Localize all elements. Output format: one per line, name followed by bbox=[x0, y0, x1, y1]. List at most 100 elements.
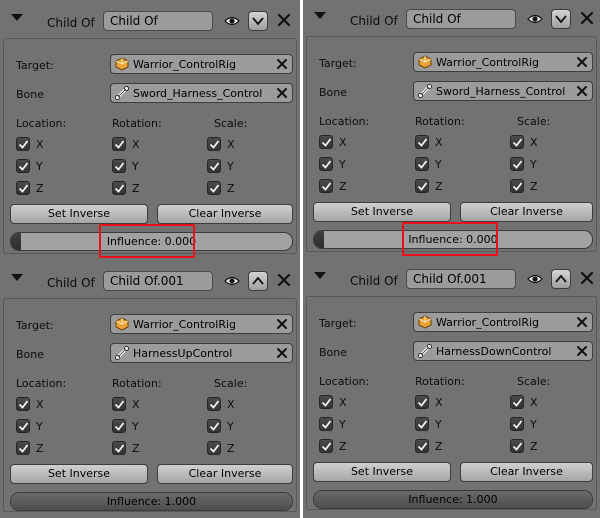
move-down-button[interactable] bbox=[248, 11, 268, 31]
location-x-checkbox[interactable] bbox=[16, 397, 30, 411]
close-x-icon[interactable] bbox=[277, 273, 291, 287]
eye-icon[interactable] bbox=[527, 273, 543, 285]
location-x-checkbox[interactable] bbox=[319, 395, 333, 409]
location-y-checkbox[interactable] bbox=[319, 157, 333, 171]
location-z-checkbox[interactable] bbox=[16, 181, 30, 195]
clear-x-icon[interactable] bbox=[575, 55, 589, 69]
constraint-name-field[interactable]: Child Of.001 bbox=[406, 269, 516, 289]
set-inverse-button[interactable]: Set Inverse bbox=[313, 202, 451, 222]
rotation-y-checkbox[interactable] bbox=[112, 419, 126, 433]
clear-inverse-button[interactable]: Clear Inverse bbox=[157, 204, 293, 224]
rotation-x-checkbox[interactable] bbox=[415, 395, 429, 409]
rotation-y-checkbox[interactable] bbox=[112, 159, 126, 173]
eye-icon[interactable] bbox=[527, 13, 543, 25]
close-x-icon[interactable] bbox=[580, 11, 594, 25]
scale-x-checkbox[interactable] bbox=[510, 135, 524, 149]
location-axis-label: Y bbox=[339, 418, 346, 431]
influence-slider[interactable]: Influence: 1.000 bbox=[10, 492, 293, 511]
scale-z-checkbox[interactable] bbox=[207, 441, 221, 455]
set-inverse-button[interactable]: Set Inverse bbox=[10, 204, 148, 224]
triangle-down-icon[interactable] bbox=[314, 12, 326, 19]
bone-field[interactable]: Sword_Harness_Control bbox=[413, 81, 593, 101]
scale-axis-label: X bbox=[227, 138, 235, 151]
constraint-body: Target: Warrior_ControlRig Bone HarnessUpCo… bbox=[3, 298, 297, 512]
clear-x-icon[interactable] bbox=[275, 346, 289, 360]
clear-x-icon[interactable] bbox=[275, 57, 289, 71]
eye-icon[interactable] bbox=[224, 275, 240, 287]
move-down-button[interactable] bbox=[551, 9, 571, 29]
target-label: Target: bbox=[16, 319, 54, 332]
location-x-checkbox[interactable] bbox=[319, 135, 333, 149]
scale-y-checkbox[interactable] bbox=[207, 419, 221, 433]
influence-slider[interactable]: Influence: 0.000 bbox=[313, 230, 593, 249]
influence-slider[interactable]: Influence: 1.000 bbox=[313, 490, 593, 509]
constraint-name-field[interactable]: Child Of bbox=[406, 9, 516, 29]
rotation-z-checkbox[interactable] bbox=[112, 181, 126, 195]
scale-z-checkbox[interactable] bbox=[510, 179, 524, 193]
constraint-name-field[interactable]: Child Of bbox=[103, 11, 213, 31]
clear-x-icon[interactable] bbox=[575, 315, 589, 329]
location-z-checkbox[interactable] bbox=[16, 441, 30, 455]
set-inverse-button[interactable]: Set Inverse bbox=[10, 464, 148, 484]
location-axis-label: Z bbox=[339, 440, 347, 453]
scale-y-checkbox[interactable] bbox=[207, 159, 221, 173]
scale-label: Scale: bbox=[214, 377, 248, 390]
location-x-checkbox[interactable] bbox=[16, 137, 30, 151]
scale-x-checkbox[interactable] bbox=[510, 395, 524, 409]
location-y-checkbox[interactable] bbox=[319, 417, 333, 431]
clear-x-icon[interactable] bbox=[275, 86, 289, 100]
constraint-body: Target: Warrior_ControlRig Bone HarnessDown… bbox=[306, 296, 597, 510]
bone-field[interactable]: Sword_Harness_Control bbox=[110, 83, 293, 103]
scale-z-checkbox[interactable] bbox=[207, 181, 221, 195]
close-x-icon[interactable] bbox=[277, 13, 291, 27]
move-up-button[interactable] bbox=[551, 269, 571, 289]
bone-field[interactable]: HarnessUpControl bbox=[110, 343, 293, 363]
influence-slider[interactable]: Influence: 0.000 bbox=[10, 232, 293, 251]
location-axis-label: Z bbox=[339, 180, 347, 193]
location-axis-label: Y bbox=[36, 160, 43, 173]
location-z-checkbox[interactable] bbox=[319, 439, 333, 453]
rotation-z-checkbox[interactable] bbox=[112, 441, 126, 455]
triangle-down-icon[interactable] bbox=[11, 14, 23, 21]
scale-y-checkbox[interactable] bbox=[510, 157, 524, 171]
clear-x-icon[interactable] bbox=[275, 317, 289, 331]
eye-icon[interactable] bbox=[224, 15, 240, 27]
location-label: Location: bbox=[16, 117, 67, 130]
scale-y-checkbox[interactable] bbox=[510, 417, 524, 431]
rotation-y-checkbox[interactable] bbox=[415, 157, 429, 171]
rotation-x-checkbox[interactable] bbox=[415, 135, 429, 149]
scale-x-checkbox[interactable] bbox=[207, 397, 221, 411]
constraint-type-label: Child Of bbox=[350, 274, 398, 288]
constraint-header: Child Of Child Of bbox=[3, 0, 297, 36]
clear-inverse-button[interactable]: Clear Inverse bbox=[460, 202, 593, 222]
clear-x-icon[interactable] bbox=[575, 344, 589, 358]
set-inverse-button[interactable]: Set Inverse bbox=[313, 462, 451, 482]
location-axis-label: Z bbox=[36, 442, 44, 455]
constraint-name-field[interactable]: Child Of.001 bbox=[103, 271, 213, 291]
bone-field[interactable]: HarnessDownControl bbox=[413, 341, 593, 361]
clear-inverse-button[interactable]: Clear Inverse bbox=[460, 462, 593, 482]
triangle-down-icon[interactable] bbox=[314, 272, 326, 279]
location-y-checkbox[interactable] bbox=[16, 419, 30, 433]
target-field[interactable]: Warrior_ControlRig bbox=[110, 314, 293, 334]
target-field[interactable]: Warrior_ControlRig bbox=[413, 52, 593, 72]
target-field[interactable]: Warrior_ControlRig bbox=[110, 54, 293, 74]
clear-inverse-button[interactable]: Clear Inverse bbox=[157, 464, 293, 484]
rotation-z-checkbox[interactable] bbox=[415, 439, 429, 453]
scale-x-checkbox[interactable] bbox=[207, 137, 221, 151]
move-up-button[interactable] bbox=[248, 271, 268, 291]
rotation-y-checkbox[interactable] bbox=[415, 417, 429, 431]
constraint-panel: Child Of Child Of Target: Warrior_ControlRi… bbox=[306, 0, 597, 256]
rotation-x-checkbox[interactable] bbox=[112, 397, 126, 411]
scale-label: Scale: bbox=[214, 117, 248, 130]
target-field[interactable]: Warrior_ControlRig bbox=[413, 312, 593, 332]
rotation-label: Rotation: bbox=[112, 377, 162, 390]
rotation-z-checkbox[interactable] bbox=[415, 179, 429, 193]
clear-x-icon[interactable] bbox=[575, 84, 589, 98]
location-y-checkbox[interactable] bbox=[16, 159, 30, 173]
triangle-down-icon[interactable] bbox=[11, 274, 23, 281]
close-x-icon[interactable] bbox=[580, 271, 594, 285]
location-z-checkbox[interactable] bbox=[319, 179, 333, 193]
scale-z-checkbox[interactable] bbox=[510, 439, 524, 453]
rotation-x-checkbox[interactable] bbox=[112, 137, 126, 151]
